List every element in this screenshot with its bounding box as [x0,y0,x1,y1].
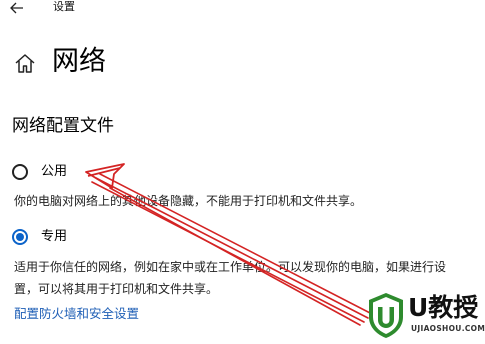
section-title: 网络配置文件 [12,116,114,136]
public-description: 你的电脑对网络上的其他设备隐藏，不能用于打印机和文件共享。 [14,194,363,208]
watermark-logo-icon [369,293,403,338]
radio-selected-dot [16,233,24,241]
firewall-settings-link[interactable]: 配置防火墙和安全设置 [14,305,139,323]
back-arrow-icon [10,2,23,14]
title-bar: 设置 [0,0,485,22]
radio-public-label[interactable]: 公用 [41,163,67,181]
home-icon [15,54,35,73]
radio-public-circle[interactable] [12,164,28,180]
home-button[interactable] [14,53,36,75]
radio-public[interactable]: 公用 [12,163,67,181]
back-button[interactable] [6,0,28,16]
radio-private[interactable]: 专用 [12,228,67,246]
page-title: 网络 [52,46,106,77]
watermark-url: UJIAOSHOU.COM [411,324,485,333]
window-title: 设置 [53,0,75,13]
watermark: U教授 UJIAOSHOU.COM [366,291,485,341]
radio-private-label[interactable]: 专用 [41,228,67,246]
watermark-brand: U教授 [408,293,479,322]
radio-private-circle[interactable] [12,229,28,245]
